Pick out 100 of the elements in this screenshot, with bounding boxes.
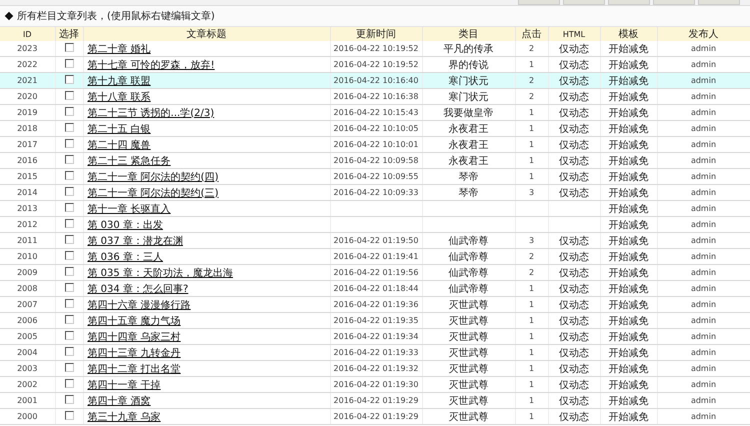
checkbox[interactable]	[64, 266, 74, 276]
bullet-icon	[4, 12, 14, 20]
table-row[interactable]: 2008 第 034 章：怎么回事? 2016-04-22 01:18:44 仙武帝尊 1 仅动态 开始减免 admin	[0, 280, 750, 296]
article-title-link[interactable]: 第四十六章 漫漫修行路	[88, 300, 191, 310]
table-cell: admin	[657, 41, 750, 56]
checkbox[interactable]	[64, 250, 74, 260]
article-title-link[interactable]: 第 037 章：潜龙在渊	[88, 236, 183, 246]
checkbox[interactable]	[64, 122, 74, 132]
table-row[interactable]: 2001 第四十章 酒窝 2016-04-22 01:19:29 灭世武尊 1 仅动态 开始减免 admin	[0, 392, 750, 408]
article-title-link[interactable]: 第十七章 可怜的罗森，放弃!	[88, 60, 215, 70]
table-cell: 仅动态	[548, 248, 600, 264]
article-title-link[interactable]: 第 036 章：三人	[88, 252, 163, 262]
article-title-link[interactable]: 第二十三 紧急任务	[88, 156, 171, 166]
table-row[interactable]: 2016 第二十三 紧急任务 2016-04-22 10:09:58 永夜君王 1 仅动态 开始减免 admin	[0, 152, 750, 168]
checkbox[interactable]	[64, 58, 74, 68]
checkbox[interactable]	[64, 410, 74, 420]
article-title-link[interactable]: 第四十章 酒窝	[88, 396, 151, 406]
checkbox[interactable]	[64, 186, 74, 196]
checkbox[interactable]	[64, 202, 74, 212]
table-row[interactable]: 2003 第四十二章 打出名堂 2016-04-22 01:19:32 灭世武尊 1 仅动态 开始减免 admin	[0, 360, 750, 376]
table-cell: 2016-04-22 10:10:01	[330, 136, 422, 152]
table-row[interactable]: 2012 第 030 章：出发 开始减免 admin	[0, 216, 750, 232]
table-row[interactable]: 2010 第 036 章：三人 2016-04-22 01:19:41 仙武帝尊 2 仅动态 开始减免 admin	[0, 248, 750, 264]
table-cell: 2016-04-22 01:18:44	[330, 280, 422, 296]
checkbox[interactable]	[64, 346, 74, 356]
article-title-link[interactable]: 第二十一章 阿尔法的契约(四)	[88, 172, 218, 182]
checkbox[interactable]	[64, 330, 74, 340]
table-row[interactable]: 2000 第三十九章 乌家 2016-04-22 01:19:29 灭世武尊 1 仅动态 开始减免 admin	[0, 408, 750, 424]
table-cell: admin	[657, 200, 750, 216]
checkbox[interactable]	[64, 282, 74, 292]
article-title-link[interactable]: 第二十章 婚礼	[88, 44, 151, 54]
article-title-link[interactable]: 第三十九章 乌家	[88, 412, 161, 422]
table-row[interactable]: 2014 第二十一章 阿尔法的契约(三) 2016-04-22 10:09:33 琴帝 3 仅动态 开始减免 admin	[0, 184, 750, 200]
article-title-link[interactable]: 第四十四章 乌家三村	[88, 332, 181, 342]
table-cell: 开始减免	[600, 152, 657, 168]
table-cell: 开始减免	[600, 248, 657, 264]
table-row[interactable]: 2020 第十八章 联系 2016-04-22 10:16:38 寒门状元 2 仅动态 开始减免 admin	[0, 88, 750, 104]
article-title-link[interactable]: 第四十三章 九转金丹	[88, 348, 181, 358]
table-row[interactable]: 2021 第十九章 联盟 2016-04-22 10:16:40 寒门状元 2 仅动态 开始减免 admin	[0, 72, 750, 88]
article-title-link[interactable]: 第二十三节 诱拐的...学(2/3)	[88, 108, 214, 118]
checkbox[interactable]	[64, 218, 74, 228]
article-title-link[interactable]: 第 030 章：出发	[88, 220, 163, 230]
table-cell: 仅动态	[548, 72, 600, 88]
checkbox[interactable]	[64, 394, 74, 404]
article-title-link[interactable]: 第 035 章：天阶功法，魔龙出海	[88, 268, 233, 278]
table-cell: 1	[515, 392, 548, 408]
checkbox[interactable]	[64, 90, 74, 100]
article-title-link[interactable]: 第四十一章 干掉	[88, 380, 161, 390]
checkbox[interactable]	[64, 362, 74, 372]
table-cell: 开始减免	[600, 328, 657, 344]
checkbox[interactable]	[64, 106, 74, 116]
table-row[interactable]: 2011 第 037 章：潜龙在渊 2016-04-22 01:19:50 仙武帝尊 3 仅动态 开始减免 admin	[0, 232, 750, 248]
checkbox[interactable]	[64, 234, 74, 244]
article-title-link[interactable]: 第 034 章：怎么回事?	[88, 284, 188, 294]
table-cell: 1	[515, 104, 548, 120]
table-row[interactable]: 2004 第四十三章 九转金丹 2016-04-22 01:19:33 灭世武尊 1 仅动态 开始减免 admin	[0, 344, 750, 360]
table-cell: 灭世武尊	[422, 408, 515, 424]
table-row[interactable]: 2023 第二十章 婚礼 2016-04-22 10:19:52 平凡的传承 2 仅动态 开始减免 admin	[0, 41, 750, 56]
article-title-link[interactable]: 第二十四 魔兽	[88, 140, 151, 150]
checkbox[interactable]	[64, 298, 74, 308]
table-row[interactable]: 2015 第二十一章 阿尔法的契约(四) 2016-04-22 10:09:55 琴帝 1 仅动态 开始减免 admin	[0, 168, 750, 184]
checkbox[interactable]	[64, 138, 74, 148]
table-row[interactable]: 2018 第二十五 白银 2016-04-22 10:10:05 永夜君王 1 仅动态 开始减免 admin	[0, 120, 750, 136]
article-title-link[interactable]: 第二十五 白银	[88, 124, 151, 134]
table-cell: 3	[515, 232, 548, 248]
checkbox[interactable]	[64, 42, 74, 52]
checkbox[interactable]	[64, 74, 74, 84]
table-row[interactable]: 2006 第四十五章 魔力气场 2016-04-22 01:19:35 灭世武尊 1 仅动态 开始减免 admin	[0, 312, 750, 328]
article-title-link[interactable]: 第十九章 联盟	[88, 76, 151, 86]
table-cell: 永夜君王	[422, 136, 515, 152]
table-row[interactable]: 2007 第四十六章 漫漫修行路 2016-04-22 01:19:36 灭世武尊 1 仅动态 开始减免 admin	[0, 296, 750, 312]
table-cell: 开始减免	[600, 280, 657, 296]
table-row[interactable]: 2019 第二十三节 诱拐的...学(2/3) 2016-04-22 10:15:43 我要做皇帝 1 仅动态 开始减免 admin	[0, 104, 750, 120]
article-title-link[interactable]: 第二十一章 阿尔法的契约(三)	[88, 188, 218, 198]
checkbox[interactable]	[64, 170, 74, 180]
checkbox[interactable]	[64, 314, 74, 324]
table-cell: 灭世武尊	[422, 296, 515, 312]
table-row[interactable]: 2013 第十一章 长驱直入 开始减免 admin	[0, 200, 750, 216]
table-cell: 灭世武尊	[422, 344, 515, 360]
table-cell: 开始减免	[600, 88, 657, 104]
table-cell: 2006	[0, 312, 55, 328]
article-title-link[interactable]: 第十一章 长驱直入	[88, 204, 171, 214]
table-cell: 2015	[0, 168, 55, 184]
column-header: ID	[0, 27, 55, 41]
checkbox[interactable]	[64, 154, 74, 164]
table-row[interactable]: 2009 第 035 章：天阶功法，魔龙出海 2016-04-22 01:19:56 仙武帝尊 2 仅动态 开始减免 admin	[0, 264, 750, 280]
table-cell: 仅动态	[548, 120, 600, 136]
table-cell: 仅动态	[548, 376, 600, 392]
table-row[interactable]: 2017 第二十四 魔兽 2016-04-22 10:10:01 永夜君王 1 仅动态 开始减免 admin	[0, 136, 750, 152]
table-cell: 仙武帝尊	[422, 280, 515, 296]
table-cell: 1	[515, 312, 548, 328]
article-title-link[interactable]: 第四十五章 魔力气场	[88, 316, 181, 326]
article-title-link[interactable]: 第四十二章 打出名堂	[88, 364, 181, 374]
checkbox[interactable]	[64, 378, 74, 388]
table-cell: 2016-04-22 01:19:50	[330, 232, 422, 248]
table-cell: 1	[515, 152, 548, 168]
article-title-link[interactable]: 第十八章 联系	[88, 92, 151, 102]
table-cell: 3	[515, 184, 548, 200]
table-row[interactable]: 2005 第四十四章 乌家三村 2016-04-22 01:19:34 灭世武尊 1 仅动态 开始减免 admin	[0, 328, 750, 344]
table-row[interactable]: 2002 第四十一章 干掉 2016-04-22 01:19:30 灭世武尊 1 仅动态 开始减免 admin	[0, 376, 750, 392]
